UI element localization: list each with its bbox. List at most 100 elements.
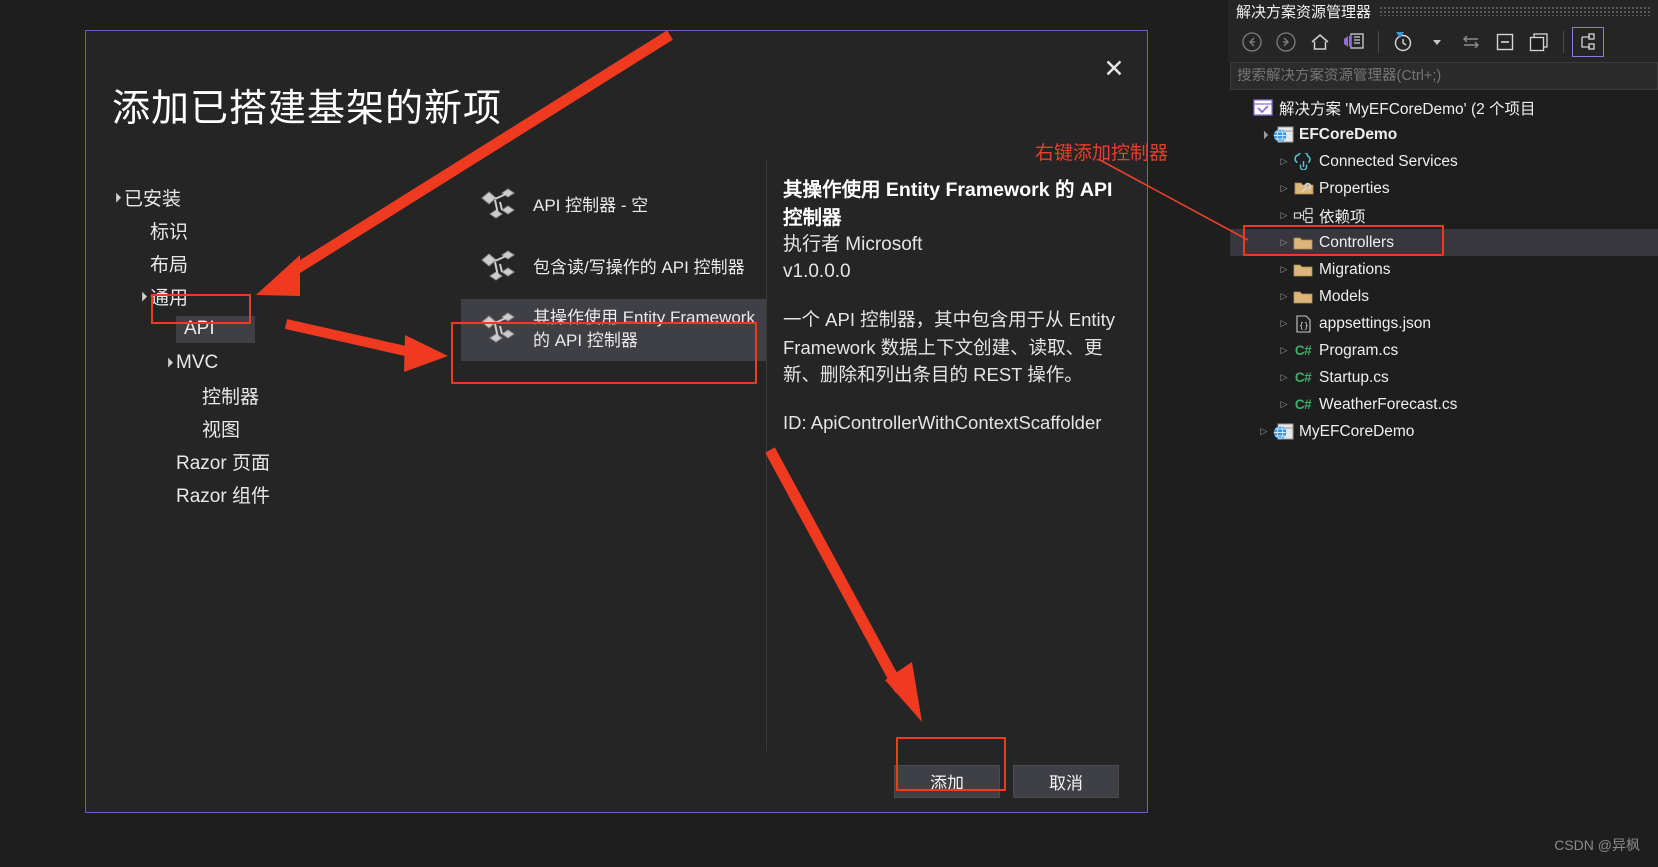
solution-tree-item[interactable]: ▷ Models [1230,283,1658,310]
connected-services-icon [1292,153,1314,170]
category-item[interactable]: 布局 [86,247,461,280]
csharp-file-icon: C# [1294,343,1312,358]
category-item-label: 视图 [202,420,241,441]
category-item-label: 标识 [150,222,189,243]
chevron-expanded-icon[interactable]: ◢ [1256,126,1273,143]
home-icon[interactable] [1304,27,1336,57]
solution-tree-item-label: EFCoreDemo [1299,125,1398,143]
chevron-collapsed-icon[interactable]: ▷ [1276,400,1292,409]
solution-tree-item-label: MyEFCoreDemo [1299,422,1415,440]
solution-tree-item[interactable]: ▷ Properties [1230,175,1658,202]
solution-tree-item[interactable]: ▷ Controllers [1230,229,1658,256]
solution-tree-item[interactable]: ▷ {} appsettings.json [1230,310,1658,337]
page-title: 添加已搭建基架的新项 [112,88,503,130]
csharp-file-icon: C# [1294,397,1312,412]
cancel-button[interactable]: 取消 [1013,765,1119,798]
add-button[interactable]: 添加 [894,765,1000,798]
titlebar-drag-handle[interactable] [1379,6,1652,16]
category-item-label: 已安装 [124,189,182,210]
category-item[interactable]: ◢ MVC [86,346,461,379]
solution-tree-item-label: appsettings.json [1319,314,1432,332]
solution-tree-item-label: Controllers [1319,233,1394,251]
template-list-item[interactable]: API 控制器 - 空 [461,175,766,237]
collapse-all-icon[interactable] [1489,27,1521,57]
solution-tree-item-label: Program.cs [1319,341,1399,359]
show-all-files-icon[interactable] [1523,27,1555,57]
category-tree: ◢ 已安装 标识 布局 ◢ 通用 API ◢ MVC 控制器 视图 Razor 页面 Razor 组件 [86,159,461,753]
solution-tree-item-label: WeatherForecast.cs [1319,395,1458,413]
category-item[interactable]: Razor 组件 [86,478,461,511]
solution-tree-item-label: Properties [1319,179,1390,197]
chevron-collapsed-icon[interactable]: ▷ [1276,265,1292,274]
chevron-expanded-icon[interactable]: ◢ [158,353,177,372]
solution-tree-item[interactable]: 解决方案 'MyEFCoreDemo' (2 个项目 [1230,94,1658,121]
template-list-item[interactable]: 包含读/写操作的 API 控制器 [461,237,766,299]
category-item[interactable]: 视图 [86,412,461,445]
category-item-label: Razor 组件 [176,486,270,507]
close-icon[interactable]: ✕ [1093,49,1135,89]
chevron-collapsed-icon[interactable]: ▷ [1276,319,1292,328]
template-detail-author: 执行者 Microsoft [783,234,923,256]
dialog-body: ◢ 已安装 标识 布局 ◢ 通用 API ◢ MVC 控制器 视图 Razor 页面 Razor 组件 … [86,159,1147,753]
template-detail-title: 其操作使用 Entity Framework 的 API 控制器 [783,179,1113,229]
chevron-collapsed-icon[interactable]: ▷ [1276,373,1292,382]
chevron-collapsed-icon[interactable]: ▷ [1276,157,1292,166]
chevron-collapsed-icon[interactable]: ▷ [1276,238,1292,247]
solution-tree-item-label: Connected Services [1319,152,1458,170]
svg-text:{}: {} [1299,321,1309,330]
solution-explorer-title: 解决方案资源管理器 [1236,3,1372,21]
category-item-label: 布局 [150,255,189,276]
properties-icon[interactable] [1572,27,1604,57]
toolbar-separator-2 [1563,31,1564,53]
chevron-collapsed-icon[interactable]: ▷ [1276,346,1292,355]
template-detail-id: ID: ApiControllerWithContextScaffolder [783,412,1102,434]
solution-tree-item[interactable]: ▷ 依赖项 [1230,202,1658,229]
json-file-icon: {} [1292,314,1314,333]
solution-tree-item[interactable]: ▷ C# Program.cs [1230,337,1658,364]
category-item-label: 通用 [150,288,189,309]
template-list-item-label: API 控制器 - 空 [533,195,649,215]
solution-tree-item[interactable]: ▷ C# Startup.cs [1230,364,1658,391]
solution-tree-item[interactable]: ▷ Migrations [1230,256,1658,283]
search-input[interactable] [1237,68,1657,84]
solution-explorer-panel: 解决方案资源管理器 搜索解决方案资源管理器(Ctrl+;) 解决方案 'MyEF… [1228,0,1658,867]
category-item[interactable]: Razor 页面 [86,445,461,478]
template-list-item-label: 其操作使用 Entity Framework 的 API 控制器 [533,308,755,350]
solution-explorer-search-box[interactable] [1230,62,1658,90]
back-icon[interactable] [1236,27,1268,57]
watermark: CSDN @异枫 [1554,837,1640,853]
solution-tree-item[interactable]: ▷ Connected Services [1230,148,1658,175]
category-item[interactable]: ◢ 通用 [86,280,461,313]
solution-tree-item[interactable]: ▷ C# WeatherForecast.cs [1230,391,1658,418]
solution-tree-item[interactable]: ▷ MyEFCoreDemo [1230,418,1658,445]
template-list-item[interactable]: 其操作使用 Entity Framework 的 API 控制器 [461,299,766,361]
template-details-panel: 其操作使用 Entity Framework 的 API 控制器 执行者 Mic… [766,159,1147,753]
forward-icon[interactable] [1270,27,1302,57]
chevron-collapsed-icon[interactable]: ▷ [1256,427,1272,436]
solution-explorer-tree: 解决方案 'MyEFCoreDemo' (2 个项目 ◢ EFCoreDemo ▷ Co… [1230,94,1658,445]
chevron-expanded-icon[interactable]: ◢ [106,188,125,207]
annotation-note: 右键添加控制器 [1035,143,1169,164]
category-item[interactable]: API [86,313,461,346]
solution-view-icon[interactable] [1338,27,1370,57]
solution-tree-item-label: Models [1319,287,1369,305]
sync-with-active-document-icon[interactable] [1455,27,1487,57]
solution-tree-item-label: Startup.cs [1319,368,1389,386]
chevron-collapsed-icon[interactable]: ▷ [1276,211,1292,220]
category-item[interactable]: 控制器 [86,379,461,412]
pending-changes-icon[interactable] [1387,27,1419,57]
chevron-collapsed-icon[interactable]: ▷ [1276,292,1292,301]
toolbar-separator [1378,31,1379,53]
category-item-label: Razor 页面 [176,453,270,474]
scaffold-template-icon [475,312,525,348]
chevron-down-icon[interactable] [1421,27,1453,57]
chevron-expanded-icon[interactable]: ◢ [132,287,151,306]
solution-tree-item[interactable]: ◢ EFCoreDemo [1230,121,1658,148]
category-item[interactable]: 标识 [86,214,461,247]
web-project-icon [1272,423,1294,441]
category-item[interactable]: ◢ 已安装 [86,181,461,214]
template-detail-version: v1.0.0.0 [783,261,851,283]
solution-tree-item-label: Migrations [1319,260,1391,278]
folder-icon [1292,289,1314,305]
chevron-collapsed-icon[interactable]: ▷ [1276,184,1292,193]
